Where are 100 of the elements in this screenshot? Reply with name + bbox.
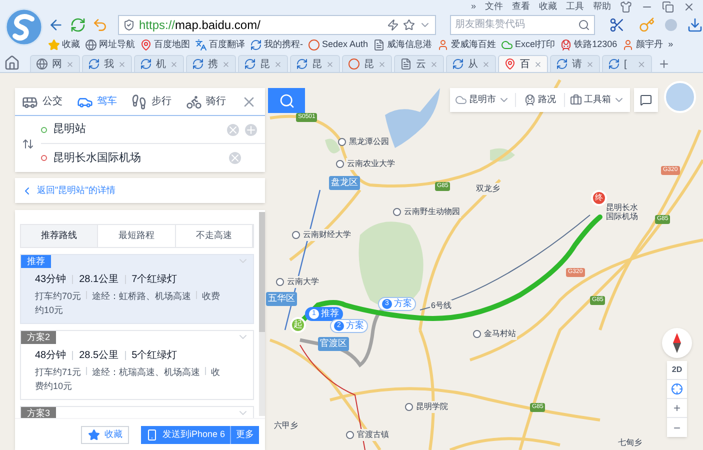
bookmark-link[interactable]: Excel打印	[501, 38, 556, 52]
traffic-button[interactable]: 路况	[516, 93, 565, 107]
browser-tab[interactable]: 百	[498, 55, 548, 72]
browser-tab[interactable]: 昆	[342, 55, 392, 72]
route-option[interactable]: 方案3	[20, 406, 254, 418]
close-tab-icon[interactable]	[378, 60, 386, 68]
close-tab-icon[interactable]	[118, 60, 126, 68]
close-tab-icon[interactable]	[222, 60, 230, 68]
refresh-icon[interactable]	[70, 16, 86, 32]
zoom-in-button[interactable]: +	[667, 399, 687, 418]
search-icon[interactable]	[578, 18, 590, 30]
home-icon[interactable]	[4, 55, 20, 71]
bookmark-link[interactable]: 爱威海百姓	[437, 38, 496, 52]
browser-tab[interactable]: 从	[446, 55, 496, 72]
zoom-out-button[interactable]: −	[667, 418, 687, 437]
toolbox-button[interactable]: 工具箱	[565, 93, 630, 107]
district-label: 盘龙区	[329, 176, 360, 190]
place-label[interactable]: 云南财经大学	[302, 229, 352, 241]
phone-icon	[146, 428, 158, 440]
bookmark-link[interactable]: Sedex Auth	[308, 38, 368, 52]
end-field[interactable]: 昆明长水国际机场	[41, 144, 265, 172]
city-selector[interactable]: 昆明市	[450, 93, 516, 107]
close-tab-icon[interactable]	[430, 60, 438, 68]
bookmark-link[interactable]: 网址导航	[85, 38, 135, 52]
clear-icon[interactable]	[229, 152, 241, 164]
key-icon[interactable]	[639, 16, 655, 32]
menu-item[interactable]: 文件	[485, 0, 503, 14]
browser-tab[interactable]: 机	[134, 55, 184, 72]
restore-icon[interactable]	[662, 0, 674, 12]
scissors-icon[interactable]	[609, 16, 625, 32]
message-button[interactable]	[634, 88, 658, 112]
search-button[interactable]	[268, 88, 305, 113]
close-tab-icon[interactable]	[534, 60, 542, 68]
compass-button[interactable]	[662, 328, 692, 358]
bookmark-link[interactable]: 收藏	[48, 38, 80, 52]
clear-icon[interactable]	[227, 124, 239, 136]
view-mode-button[interactable]: 2D	[667, 361, 687, 380]
close-tab-icon[interactable]	[170, 60, 178, 68]
place-label[interactable]: 官渡古镇	[356, 429, 390, 441]
close-icon[interactable]	[683, 0, 695, 12]
undo-icon[interactable]	[92, 16, 108, 32]
more-button[interactable]: 更多	[231, 426, 259, 444]
bookmark-link[interactable]: »	[668, 38, 674, 52]
place-label[interactable]: 金马村站	[483, 328, 517, 340]
menu-item[interactable]: 查看	[512, 0, 530, 14]
send-to-phone-button[interactable]: 发送到iPhone 6	[141, 426, 231, 444]
place-label[interactable]: 云南农业大学	[346, 158, 396, 170]
lightning-icon[interactable]	[387, 18, 399, 30]
place-label[interactable]: 黑龙潭公园	[348, 136, 390, 148]
skin-icon[interactable]	[620, 0, 632, 12]
bookmark-star-icon[interactable]	[403, 18, 415, 30]
globe-icon	[36, 58, 48, 70]
poi-icon	[292, 231, 300, 239]
close-tab-icon[interactable]	[637, 60, 646, 68]
bookmark-link[interactable]: 颜宇丹	[622, 38, 664, 52]
airport-label[interactable]: 昆明长水 国际机场	[606, 203, 638, 221]
bookmark-link[interactable]: 百度地图	[140, 38, 190, 52]
new-tab-icon[interactable]	[658, 58, 670, 70]
bookmark-link[interactable]: 百度翻译	[195, 38, 245, 52]
browser-tab[interactable]: 昆	[238, 55, 288, 72]
close-tab-icon[interactable]	[66, 60, 74, 68]
browser-tab[interactable]: 携	[186, 55, 236, 72]
add-icon[interactable]	[245, 124, 257, 136]
travel-mode-tab[interactable]: 驾车	[70, 88, 124, 115]
bookmark-link[interactable]: 铁路12306	[560, 38, 618, 52]
close-tab-icon[interactable]	[586, 60, 594, 68]
travel-mode-tab[interactable]: 公交	[15, 88, 70, 115]
browser-tab[interactable]: 网	[30, 55, 80, 72]
avatar[interactable]	[664, 81, 696, 113]
back-link[interactable]: 返回"昆明站"的详情	[37, 184, 116, 198]
menu-item[interactable]: »	[470, 0, 476, 14]
close-tab-icon[interactable]	[274, 60, 282, 68]
route-option[interactable]: 方案2 48分钟 28.5公里 5个红绿灯 打车约71元 途经：杭瑞高速、机场高速 收费约10元	[20, 330, 254, 400]
save-button[interactable]: 收藏	[81, 426, 130, 444]
travel-mode-tab[interactable]: 骑行	[178, 88, 233, 115]
place-label[interactable]: 昆明学院	[415, 401, 449, 413]
menu-item[interactable]: 工具	[566, 0, 584, 14]
extension-icon[interactable]	[665, 18, 677, 30]
bookmark-link[interactable]: 我的携程-	[250, 38, 303, 52]
place-label[interactable]: 云南野生动物园	[403, 206, 461, 218]
close-tab-icon[interactable]	[326, 60, 334, 68]
menu-item[interactable]: 帮助	[593, 0, 611, 14]
menu-item[interactable]: 收藏	[539, 0, 557, 14]
back-icon[interactable]	[48, 16, 64, 32]
browser-tab[interactable]: 昆	[290, 55, 340, 72]
close-tab-icon[interactable]	[482, 60, 490, 68]
route-strategy-tab[interactable]: 推荐路线	[21, 225, 98, 247]
travel-mode-tab[interactable]: 步行	[124, 88, 178, 115]
browser-tab[interactable]: 云	[394, 55, 444, 72]
bookmark-link[interactable]: 威海信息港	[373, 38, 432, 52]
start-field[interactable]: 昆明站	[41, 116, 265, 144]
browser-tab[interactable]: 我	[82, 55, 132, 72]
browser-tab[interactable]: 请	[550, 55, 600, 72]
download-icon[interactable]	[687, 16, 703, 32]
poi-icon	[346, 431, 354, 439]
swap-icon[interactable]	[22, 138, 34, 150]
place-label[interactable]: 云南大学	[286, 276, 320, 288]
browser-tab[interactable]: [	[602, 55, 652, 72]
route-option[interactable]: 推荐 43分钟 28.1公里 7个红绿灯 打车约70元 途经：虹桥路、机场高速 收费约10元	[20, 254, 254, 324]
address-bar[interactable]: https://map.baidu.com/	[118, 14, 436, 34]
